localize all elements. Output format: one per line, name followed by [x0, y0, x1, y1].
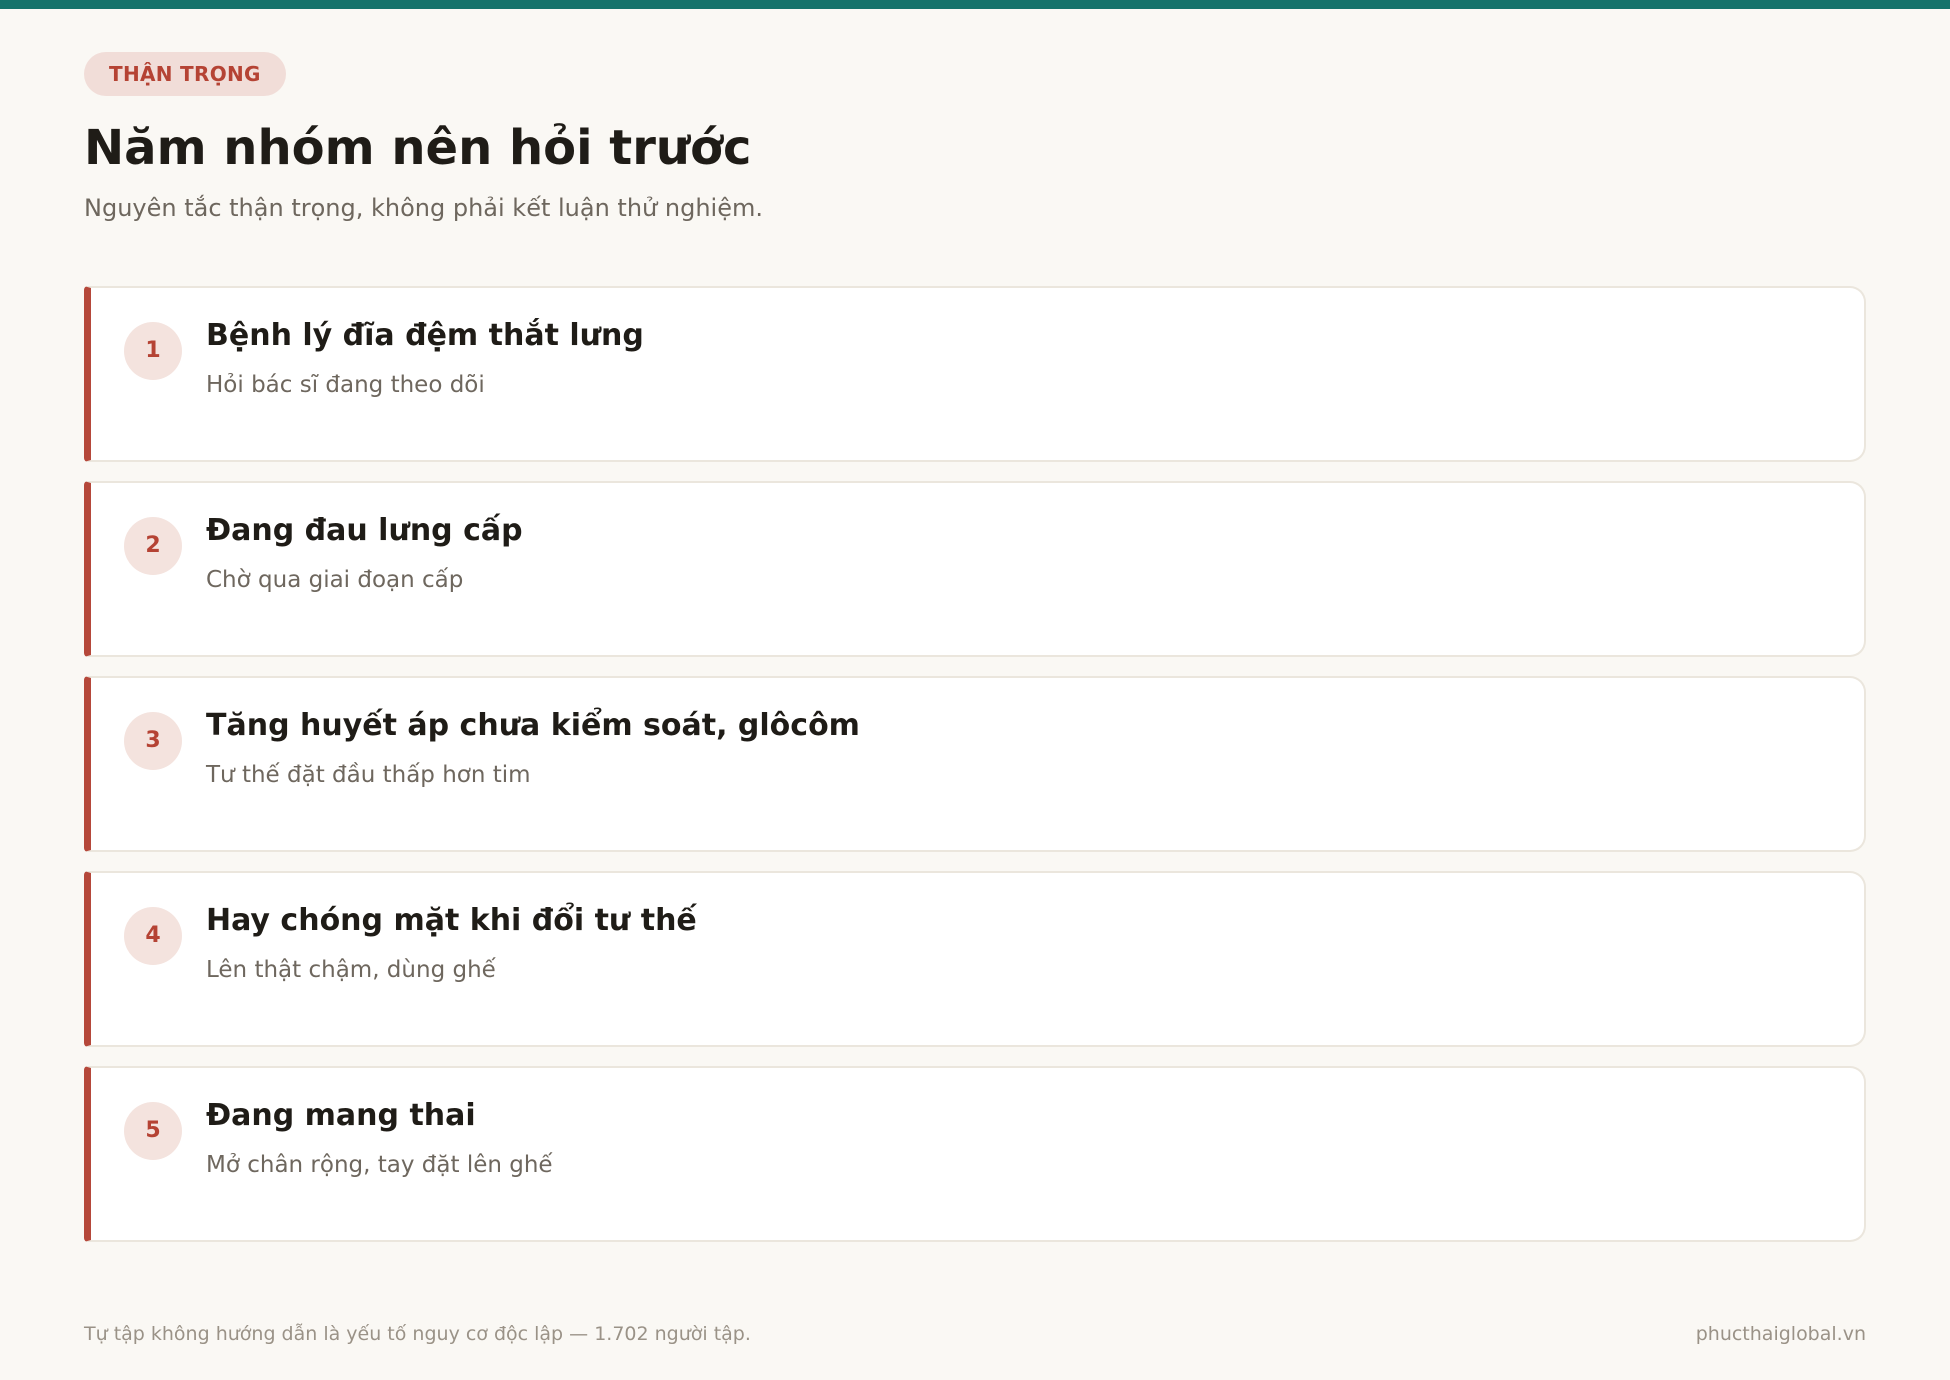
caution-list: 1 Bệnh lý đĩa đệm thắt lưng Hỏi bác sĩ đ…	[84, 286, 1866, 1242]
footer-site-link[interactable]: phucthaiglobal.vn	[1696, 1320, 1866, 1348]
list-item: 3 Tăng huyết áp chưa kiểm soát, glôcôm T…	[84, 676, 1866, 852]
list-item: 4 Hay chóng mặt khi đổi tư thế Lên thật …	[84, 871, 1866, 1047]
item-number: 1	[124, 322, 182, 380]
footer-note: Tự tập không hướng dẫn là yếu tố nguy cơ…	[84, 1323, 751, 1345]
item-title: Tăng huyết áp chưa kiểm soát, glôcôm	[206, 708, 860, 743]
list-item: 2 Đang đau lưng cấp Chờ qua giai đoạn cấ…	[84, 481, 1866, 657]
item-title: Bệnh lý đĩa đệm thắt lưng	[206, 318, 644, 353]
item-note: Hỏi bác sĩ đang theo dõi	[206, 372, 485, 398]
item-number: 5	[124, 1102, 182, 1160]
list-item: 5 Đang mang thai Mở chân rộng, tay đặt l…	[84, 1066, 1866, 1242]
item-note: Tư thế đặt đầu thấp hơn tim	[206, 762, 531, 788]
item-note: Chờ qua giai đoạn cấp	[206, 567, 464, 593]
list-item: 1 Bệnh lý đĩa đệm thắt lưng Hỏi bác sĩ đ…	[84, 286, 1866, 462]
item-number: 2	[124, 517, 182, 575]
item-note: Lên thật chậm, dùng ghế	[206, 957, 496, 983]
item-number: 4	[124, 907, 182, 965]
page-title: Năm nhóm nên hỏi trước	[84, 120, 752, 176]
top-accent-bar	[0, 0, 1950, 9]
item-title: Đang đau lưng cấp	[206, 513, 523, 548]
main-content: THẬN TRỌNG Năm nhóm nên hỏi trước Nguyên…	[84, 52, 1866, 1261]
page-subtitle: Nguyên tắc thận trọng, không phải kết lu…	[84, 194, 763, 222]
caution-badge: THẬN TRỌNG	[84, 52, 286, 96]
item-title: Hay chóng mặt khi đổi tư thế	[206, 903, 697, 938]
item-note: Mở chân rộng, tay đặt lên ghế	[206, 1152, 553, 1178]
item-title: Đang mang thai	[206, 1098, 476, 1133]
item-number: 3	[124, 712, 182, 770]
